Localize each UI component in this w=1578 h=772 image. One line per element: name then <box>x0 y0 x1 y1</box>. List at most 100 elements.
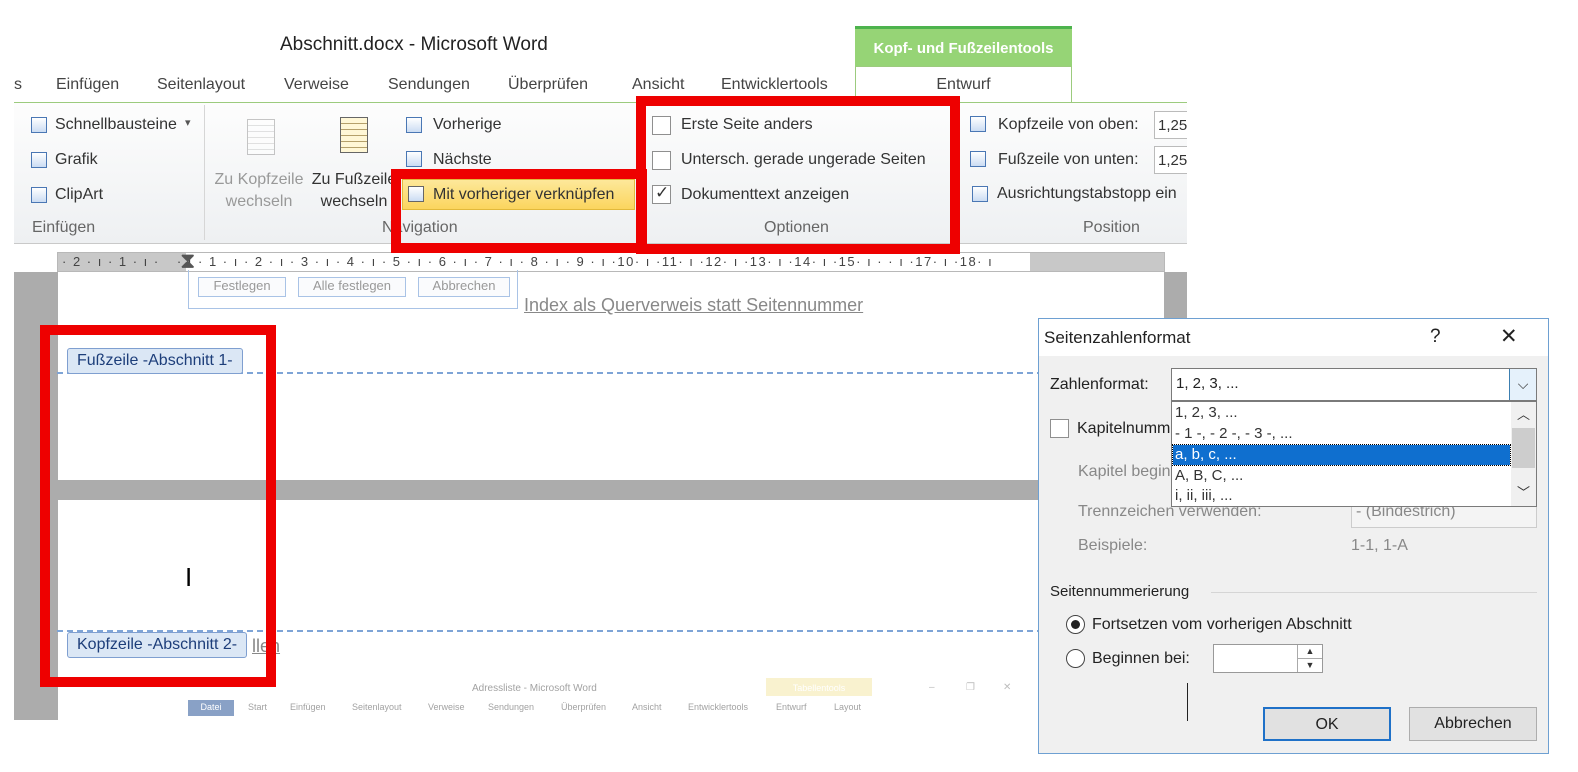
clipart-icon <box>31 187 47 203</box>
list-item[interactable]: i, ii, iii, ... <box>1173 486 1510 506</box>
group-label-position: Position <box>1083 219 1140 236</box>
dropdown-scrollbar[interactable]: ︿ ﹀ <box>1511 402 1536 506</box>
scroll-up-icon[interactable]: ︿ <box>1517 404 1530 423</box>
list-item[interactable]: 1, 2, 3, ... <box>1173 403 1510 423</box>
list-item[interactable]: A, B, C, ... <box>1173 466 1510 486</box>
tab-entwicklertools[interactable]: Entwicklertools <box>721 76 828 94</box>
zu-kopfzeile-label-1: Zu Kopfzeile <box>214 171 304 188</box>
ausrichtungstabstopp-icon <box>972 186 988 202</box>
embedded-context-tab: Tabellentools <box>766 678 872 696</box>
kopfzeile-von-oben-label: Kopfzeile von oben: <box>998 116 1139 133</box>
fusszeile-von-unten-input[interactable]: 1,25 <box>1154 146 1187 174</box>
zu-kopfzeile-button[interactable]: Zu Kopfzeile wechseln <box>210 169 308 213</box>
schnellbausteine-button[interactable]: Schnellbausteine <box>55 116 177 134</box>
spin-up-icon[interactable]: ▲ <box>1297 645 1322 659</box>
embedded-tab: Einfügen <box>290 702 326 712</box>
mouse-text-cursor <box>1187 683 1188 721</box>
beispiele-label: Beispiele: <box>1078 537 1148 554</box>
tab-start-partial[interactable]: s <box>14 76 22 94</box>
fusszeile-von-unten-label: Fußzeile von unten: <box>998 151 1139 168</box>
fortsetzen-label: Fortsetzen vom vorherigen Abschnitt <box>1092 616 1352 633</box>
alle-festlegen-button[interactable]: Alle festlegen <box>298 277 406 297</box>
vorherige-button[interactable]: Vorherige <box>433 116 502 134</box>
highlight-optionen <box>636 96 960 254</box>
zu-fusszeile-icon <box>340 117 368 153</box>
zu-fusszeile-button[interactable]: Zu Fußzeile wechseln <box>308 169 400 213</box>
kopfzeile-von-oben-icon <box>970 116 986 132</box>
zahlenformat-select[interactable]: 1, 2, 3, ... ⌵ <box>1171 368 1537 401</box>
zahlenformat-label: Zahlenformat: <box>1050 376 1149 393</box>
embedded-tab-datei: Datei <box>188 700 234 716</box>
embedded-restore-icon: ❐ <box>966 682 975 693</box>
scroll-down-icon[interactable]: ﹀ <box>1517 482 1530 501</box>
embedded-title: Adressliste - Microsoft Word <box>472 683 597 694</box>
highlight-section-tags <box>40 325 276 687</box>
embedded-word-screenshot: Adressliste - Microsoft Word Tabellentoo… <box>188 678 1028 720</box>
ruler-left-ticks: · 2 · ı · 1 · ı · <box>62 254 160 269</box>
querverweis-link[interactable]: Index als Querverweis statt Seitennummer <box>524 295 863 316</box>
zahlenformat-value: 1, 2, 3, ... <box>1176 375 1239 392</box>
beginnen-radio[interactable] <box>1066 649 1085 668</box>
section-divider <box>1211 592 1537 593</box>
naechste-button[interactable]: Nächste <box>433 151 492 169</box>
tab-ansicht[interactable]: Ansicht <box>632 76 684 94</box>
embedded-tab: Entwicklertools <box>688 702 749 712</box>
ok-button[interactable]: OK <box>1263 707 1391 741</box>
tab-seitenlayout[interactable]: Seitenlayout <box>157 76 245 94</box>
embedded-tab: Layout <box>834 702 862 712</box>
seitennummerierung-heading: Seitennummerierung <box>1050 583 1190 600</box>
embedded-tab: Seitenlayout <box>352 702 402 712</box>
festlegen-button[interactable]: Festlegen <box>198 277 286 297</box>
seitenzahlenformat-dialog: Seitenzahlenformat ? ✕ Zahlenformat: 1, … <box>1038 318 1549 754</box>
tab-einfuegen[interactable]: Einfügen <box>56 76 119 94</box>
embedded-tab: Sendungen <box>488 702 535 712</box>
list-item-selected[interactable]: a, b, c, ... <box>1172 444 1511 466</box>
fortsetzen-radio[interactable] <box>1066 615 1085 634</box>
close-icon[interactable]: ✕ <box>1500 324 1518 349</box>
kapitelnummer-checkbox[interactable] <box>1050 419 1069 438</box>
embedded-tab: Entwurf <box>776 702 807 712</box>
ribbon-separator <box>204 105 205 240</box>
embedded-tab: Start <box>248 702 268 712</box>
zahlenformat-dropdown-list: 1, 2, 3, ... - 1 -, - 2 -, - 3 -, ... a,… <box>1171 401 1537 507</box>
embedded-tab: Ansicht <box>632 702 662 712</box>
ruler-right-ticks: · ı ·17· ı ·18· ı <box>888 254 994 269</box>
abbrechen-embedded-button[interactable]: Abbrechen <box>418 277 510 297</box>
kopfzeile-von-oben-input[interactable]: 1,25 <box>1154 111 1187 139</box>
zu-fusszeile-label-1: Zu Fußzeile <box>311 171 397 188</box>
tab-verweise[interactable]: Verweise <box>284 76 349 94</box>
kapitel-beginnt-label: Kapitel begin <box>1078 463 1171 480</box>
horizontal-ruler[interactable]: · 2 · ı · 1 · ı · · ı · 1 · ı · 2 · ı · … <box>57 252 1165 272</box>
context-group-label: Kopf- und Fußzeilentools <box>873 40 1054 57</box>
grafik-button[interactable]: Grafik <box>55 151 98 169</box>
dialog-title: Seitenzahlenformat <box>1044 328 1191 347</box>
embedded-tab: Überprüfen <box>561 702 607 712</box>
help-icon[interactable]: ? <box>1430 326 1441 348</box>
clipart-button[interactable]: ClipArt <box>55 186 103 204</box>
embedded-close-icon: ✕ <box>1003 682 1012 693</box>
embedded-minimize-icon: – <box>929 682 935 693</box>
group-label-einfuegen: Einfügen <box>32 219 96 236</box>
ausrichtungstabstopp-button[interactable]: Ausrichtungstabstopp ein <box>997 185 1187 203</box>
beispiele-value: 1-1, 1-A <box>1351 537 1408 554</box>
beginnen-label: Beginnen bei: <box>1092 650 1190 667</box>
grafik-icon <box>31 152 47 168</box>
fusszeile-von-unten-icon <box>970 151 986 167</box>
zu-kopfzeile-label-2: wechseln <box>225 193 293 210</box>
vorherige-icon <box>406 117 422 133</box>
list-item[interactable]: - 1 -, - 2 -, - 3 -, ... <box>1173 424 1510 444</box>
beginnen-bei-input[interactable]: ▲ ▼ <box>1213 644 1323 673</box>
ruler-main-ticks: · ı · 1 · ı · 2 · ı · 3 · ı · 4 · ı · 5 … <box>176 254 884 269</box>
spin-down-icon[interactable]: ▼ <box>1297 659 1322 672</box>
tab-ueberpruefen[interactable]: Überprüfen <box>508 76 588 94</box>
kapitelnummer-label: Kapitelnumm <box>1077 420 1171 437</box>
window-title: Abschnitt.docx - Microsoft Word <box>280 34 548 55</box>
chevron-down-icon[interactable]: ⌵ <box>1509 369 1536 400</box>
embedded-tab: Verweise <box>428 702 465 712</box>
ruler-right-margin <box>1030 253 1164 271</box>
schnellbausteine-dropdown-icon[interactable]: ▾ <box>185 116 191 129</box>
tab-sendungen[interactable]: Sendungen <box>388 76 470 94</box>
scroll-thumb[interactable] <box>1512 428 1535 468</box>
abbrechen-button[interactable]: Abbrechen <box>1409 707 1537 741</box>
zu-fusszeile-label-2: wechseln <box>320 193 388 210</box>
